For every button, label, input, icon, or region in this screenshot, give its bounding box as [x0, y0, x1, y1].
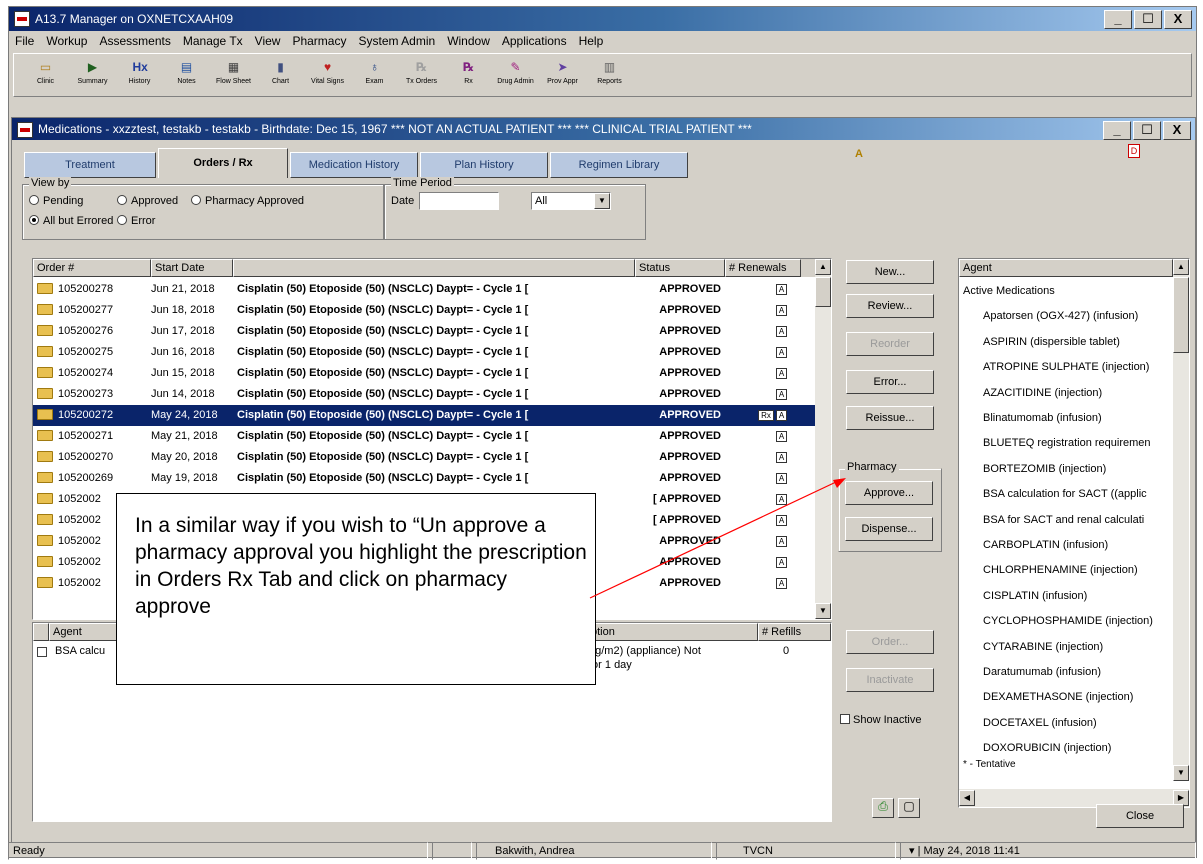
- annotation-arrow: [589, 478, 846, 599]
- arrow-line: [589, 481, 837, 599]
- arrow-head: [833, 478, 846, 488]
